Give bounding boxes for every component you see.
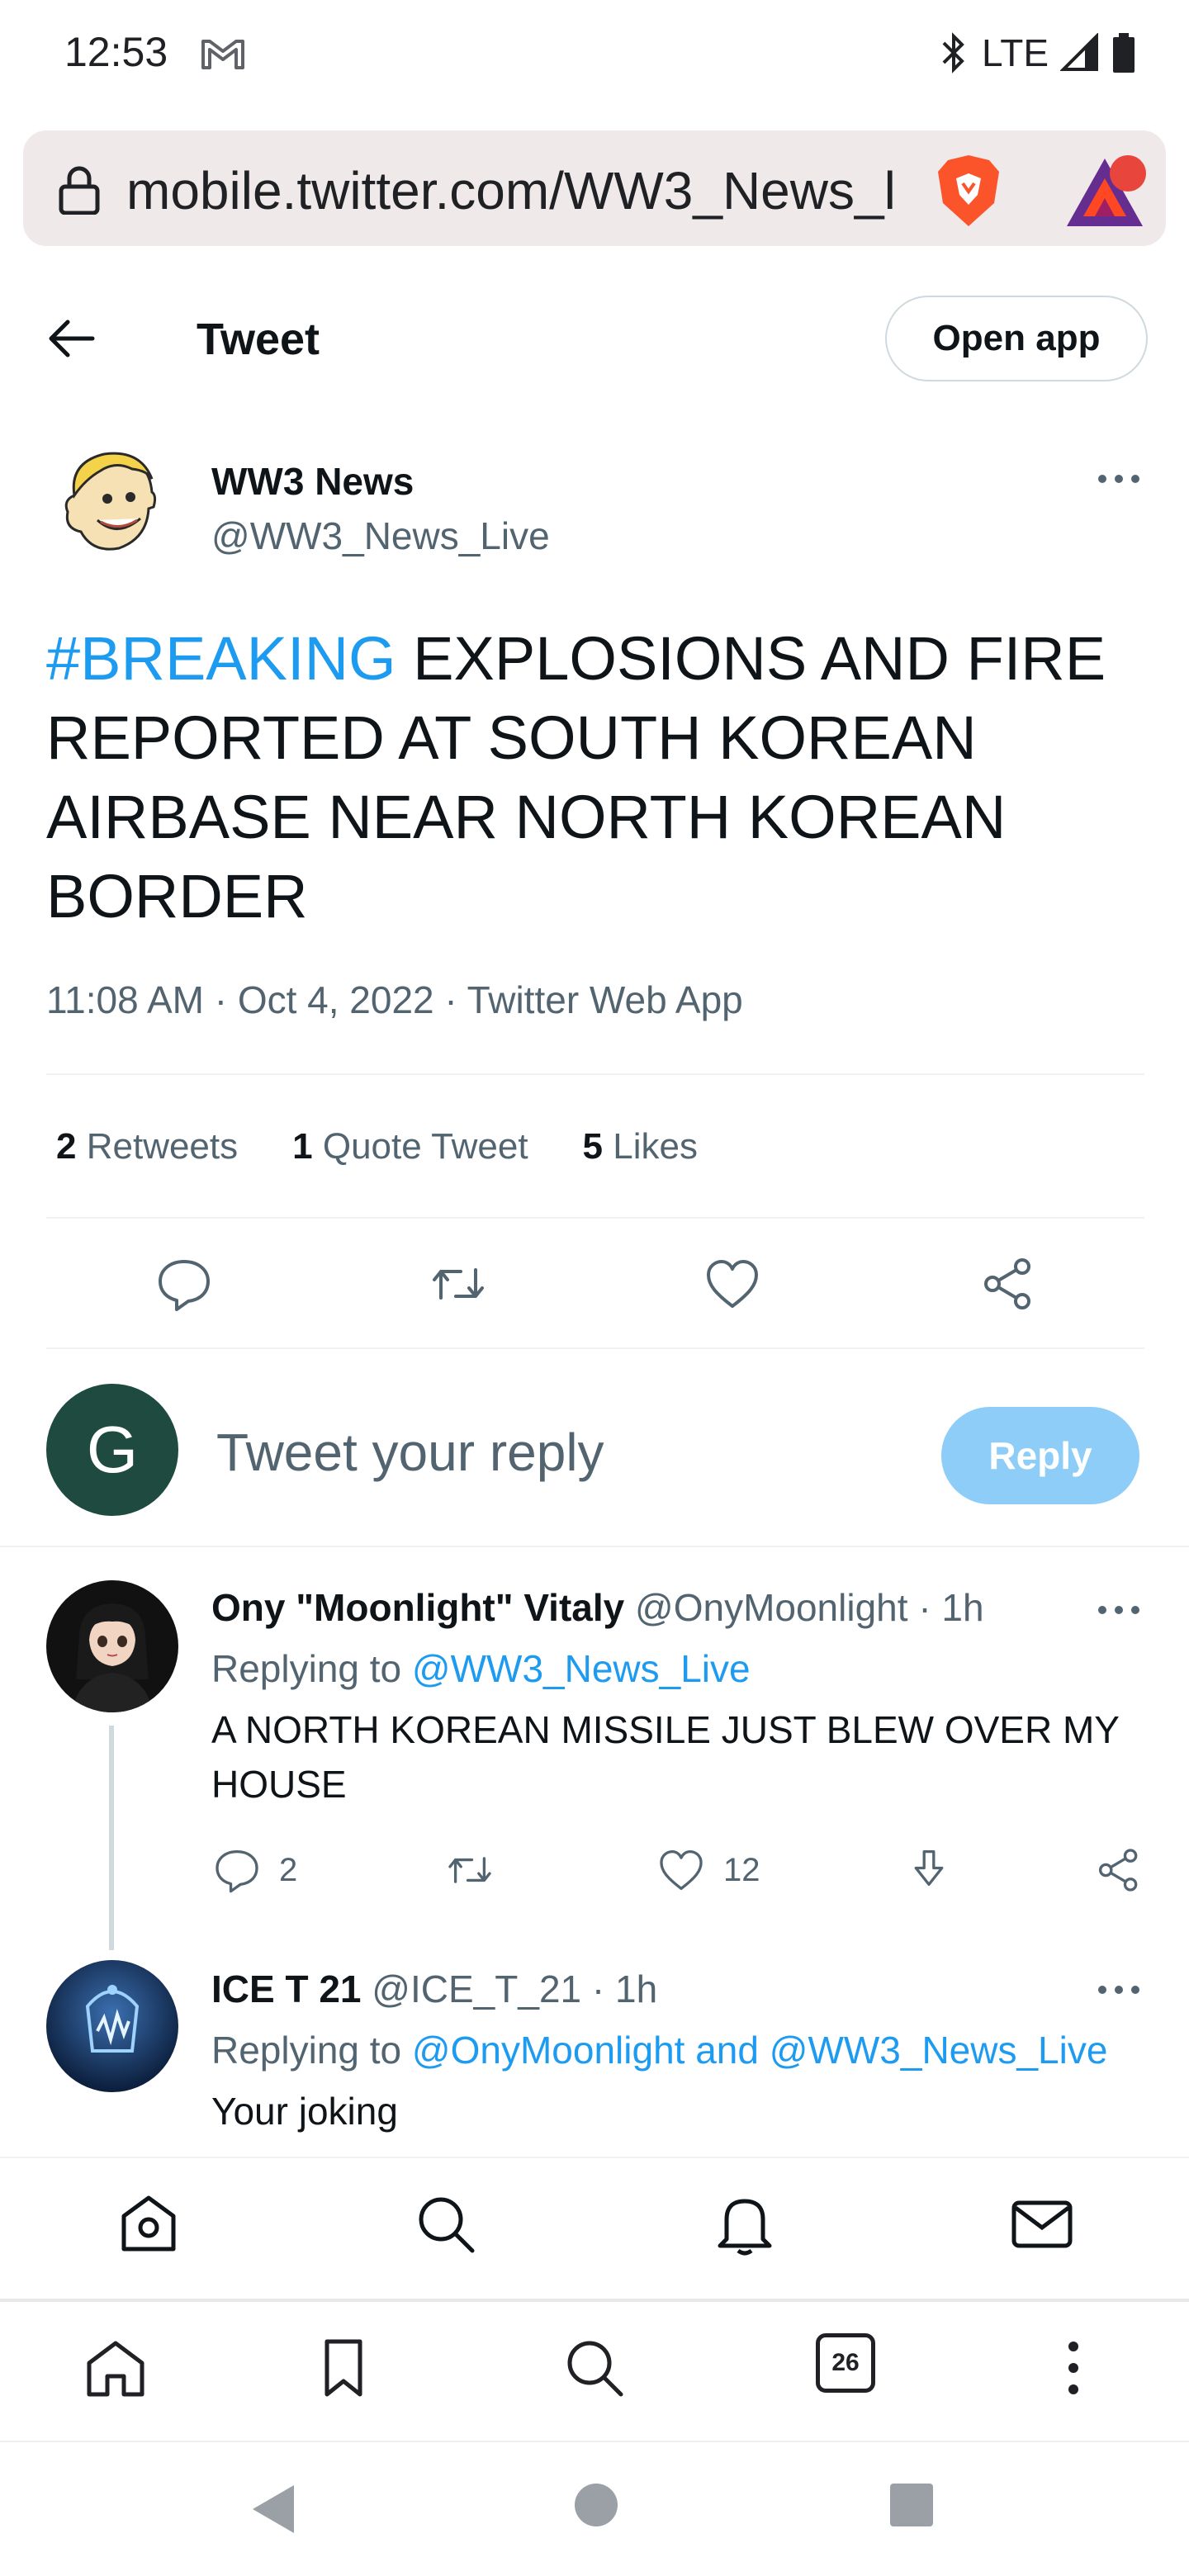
more-options-icon[interactable] — [1090, 1593, 1148, 1627]
divider — [46, 1217, 1144, 1219]
home-icon[interactable] — [116, 2191, 182, 2257]
battery-icon — [1113, 33, 1135, 73]
hashtag-link[interactable]: #BREAKING — [46, 624, 396, 693]
my-avatar[interactable]: G — [46, 1384, 178, 1516]
reply-text: A NORTH KOREAN MISSILE JUST BLEW OVER MY… — [211, 1708, 1120, 1806]
back-arrow-icon[interactable] — [46, 315, 97, 362]
page-title: Tweet — [197, 315, 320, 364]
url-bar[interactable]: mobile.twitter.com/WW3_News_l — [23, 130, 1166, 246]
tweet-meta: 11:08 AM · Oct 4, 2022 · Twitter Web App — [46, 978, 743, 1021]
twitter-bottom-nav — [0, 2157, 1189, 2297]
browser-menu-icon[interactable] — [1040, 2335, 1106, 2401]
search-icon[interactable] — [413, 2191, 479, 2257]
brave-rewards-icon[interactable] — [1063, 150, 1154, 233]
share-icon[interactable] — [1095, 1846, 1143, 1894]
reply-avatar[interactable] — [46, 1580, 178, 1712]
author-name[interactable]: WW3 News — [211, 459, 414, 504]
browser-home-icon[interactable] — [83, 2335, 149, 2401]
messages-icon[interactable] — [1009, 2191, 1075, 2257]
replying-prefix: Replying to — [211, 2029, 412, 2072]
replying-to-link[interactable]: @WW3_News_Live — [412, 1647, 751, 1690]
retweets-stat[interactable]: 2 Retweets — [56, 1126, 238, 1167]
likes-stat[interactable]: 5 Likes — [583, 1126, 698, 1167]
reply-input[interactable]: Tweet your reply — [216, 1422, 604, 1483]
system-recents-icon[interactable] — [888, 2482, 935, 2528]
reply-author-name[interactable]: Ony "Moonlight" Vitaly — [211, 1586, 624, 1629]
divider — [46, 1073, 1144, 1075]
retweet-action[interactable] — [446, 1846, 494, 1894]
bluetooth-icon — [942, 32, 964, 73]
quotes-stat[interactable]: 1 Quote Tweet — [292, 1126, 528, 1167]
system-navigation — [0, 2441, 1189, 2576]
bookmark-icon[interactable] — [310, 2335, 377, 2401]
browser-toolbar — [0, 2299, 1189, 2439]
tabs-button[interactable]: 26 — [816, 2333, 875, 2393]
notifications-icon[interactable] — [712, 2191, 778, 2257]
replying-to: Replying to @WW3_News_Live — [211, 1646, 751, 1691]
replying-to: Replying to @OnyMoonlight and @WW3_News_… — [211, 2028, 1107, 2072]
share-action[interactable] — [1095, 1846, 1143, 1894]
system-back-icon[interactable] — [248, 2482, 299, 2536]
retweets-label: Retweets — [86, 1126, 239, 1167]
replying-prefix: Replying to — [211, 1647, 412, 1690]
reply-time: · 1h — [591, 1968, 658, 2010]
brave-shield-icon[interactable] — [931, 154, 1006, 228]
url-text[interactable]: mobile.twitter.com/WW3_News_l — [126, 160, 936, 221]
download-icon[interactable] — [905, 1846, 953, 1894]
replying-to-link[interactable]: @OnyMoonlight and @WW3_News_Live — [412, 2029, 1108, 2072]
divider — [0, 1546, 1189, 1547]
gmail-icon — [201, 40, 244, 69]
author-avatar[interactable] — [50, 446, 173, 570]
likes-label: Likes — [613, 1126, 698, 1167]
retweet-icon[interactable] — [446, 1846, 494, 1894]
signal-icon — [1060, 33, 1098, 71]
like-action[interactable]: 12 — [657, 1846, 760, 1894]
tweet-header: Tweet Open app — [0, 281, 1189, 396]
divider — [46, 1347, 1144, 1349]
thread-line — [109, 1726, 114, 1950]
tweet-stats: 2 Retweets 1 Quote Tweet 5 Likes — [56, 1126, 698, 1167]
reply-author-handle[interactable]: @ICE_T_21 — [372, 1968, 581, 2010]
like-count: 12 — [723, 1851, 760, 1888]
reply-header: ICE T 21 @ICE_T_21 · 1h — [211, 1967, 657, 2011]
like-icon[interactable] — [657, 1846, 705, 1894]
status-bar: 12:53 LTE — [0, 0, 1189, 107]
reply-avatar[interactable] — [46, 1960, 178, 2092]
likes-count: 5 — [582, 1126, 604, 1167]
more-options-icon[interactable] — [1090, 462, 1148, 495]
reply-action[interactable]: 2 — [213, 1846, 297, 1894]
download-action[interactable] — [905, 1846, 953, 1894]
reply-author-name[interactable]: ICE T 21 — [211, 1968, 362, 2010]
retweets-count: 2 — [56, 1126, 77, 1167]
reply-time: · 1h — [918, 1586, 984, 1629]
reply-author-handle[interactable]: @OnyMoonlight — [635, 1586, 908, 1629]
lock-icon[interactable] — [56, 165, 102, 215]
network-label: LTE — [982, 31, 1049, 74]
share-icon[interactable] — [979, 1255, 1037, 1313]
status-time: 12:53 — [64, 29, 168, 75]
quotes-count: 1 — [292, 1126, 313, 1167]
reply-icon[interactable] — [155, 1255, 213, 1313]
more-options-icon[interactable] — [1090, 1973, 1148, 2006]
reply-count: 2 — [279, 1851, 298, 1888]
author-handle[interactable]: @WW3_News_Live — [211, 514, 550, 558]
browser-search-icon[interactable] — [561, 2335, 628, 2401]
reply-icon[interactable] — [213, 1846, 261, 1894]
retweet-icon[interactable] — [429, 1255, 487, 1313]
open-app-button[interactable]: Open app — [885, 296, 1148, 381]
like-icon[interactable] — [703, 1255, 761, 1313]
reply-button[interactable]: Reply — [941, 1407, 1139, 1504]
tweet-text: #BREAKING EXPLOSIONS AND FIRE REPORTED A… — [46, 619, 1153, 936]
status-right: LTE — [937, 30, 1136, 76]
system-home-icon[interactable] — [573, 2482, 619, 2528]
quotes-label: Quote Tweet — [322, 1126, 528, 1167]
reply-text: Your joking — [211, 2090, 398, 2133]
reply-header: Ony "Moonlight" Vitaly @OnyMoonlight · 1… — [211, 1585, 984, 1630]
